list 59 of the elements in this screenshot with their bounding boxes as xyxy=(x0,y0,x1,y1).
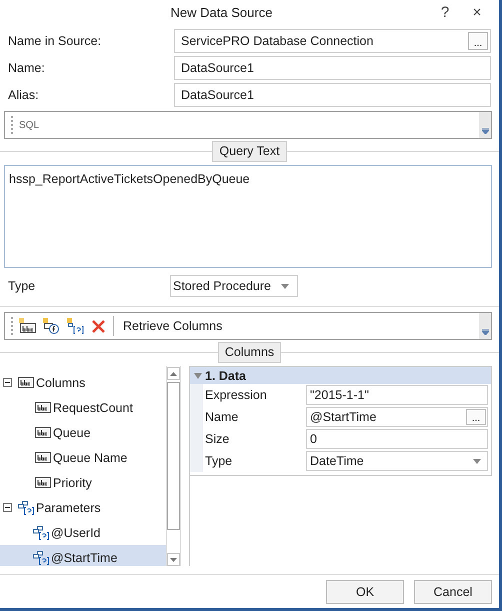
up-arrow-icon xyxy=(170,372,177,376)
toolbar-overflow-button[interactable] xyxy=(479,112,491,138)
property-field[interactable]: 0 xyxy=(306,429,488,449)
overflow-arrow-icon xyxy=(482,329,488,335)
dropdown-arrow-icon xyxy=(281,284,289,288)
parameter-icon xyxy=(18,500,34,514)
help-button[interactable]: ? xyxy=(435,4,455,21)
section-header: Columns xyxy=(218,342,282,362)
retrieve-columns-button[interactable]: Retrieve Columns xyxy=(121,319,224,333)
tree-item[interactable]: @UserId xyxy=(0,520,166,545)
add-parameter-icon[interactable] xyxy=(67,318,84,334)
tree-item[interactable]: Priority xyxy=(0,470,166,495)
text-field[interactable]: DataSource1 xyxy=(174,56,491,80)
parameter-icon xyxy=(33,550,49,564)
parameter-icon xyxy=(33,526,49,540)
tree-item[interactable]: Queue Name xyxy=(0,445,166,470)
field-icon xyxy=(35,402,51,413)
delete-icon[interactable] xyxy=(91,318,106,334)
query-text-field[interactable]: hssp_ReportActiveTicketsOpenedByQueue xyxy=(4,165,492,268)
type-dropdown[interactable]: Stored Procedure xyxy=(170,275,298,297)
section-header: Query Text xyxy=(212,140,287,162)
text-field[interactable]: DataSource1 xyxy=(174,82,491,106)
property-dropdown[interactable]: DateTime xyxy=(306,451,488,471)
field-icon xyxy=(18,377,34,388)
overflow-arrow-icon xyxy=(482,128,488,134)
property-field[interactable]: "2015-1-1" xyxy=(306,385,488,405)
tree-item[interactable]: Queue xyxy=(0,420,166,445)
field-label: Name in Source: xyxy=(7,34,102,48)
tree-item[interactable]: Parameters xyxy=(0,495,166,520)
field-label: Name: xyxy=(7,60,46,74)
category-title: 1. Data xyxy=(205,368,246,382)
browse-button[interactable]: ... xyxy=(466,409,486,425)
tree-item[interactable]: RequestCount xyxy=(0,395,166,420)
browse-button[interactable]: ... xyxy=(468,32,488,50)
toolbar-overflow-button[interactable] xyxy=(479,313,491,339)
text-field[interactable]: ServicePRO Database Connection ... xyxy=(174,28,491,52)
field-icon xyxy=(35,477,51,488)
field-icon xyxy=(35,427,51,438)
dropdown-arrow-icon xyxy=(473,458,481,464)
field-icon xyxy=(35,452,51,463)
close-button[interactable]: × xyxy=(467,4,487,21)
dialog-button[interactable]: Cancel xyxy=(414,580,492,604)
tree-item[interactable]: Columns xyxy=(0,370,166,395)
field-label: Alias: xyxy=(7,88,40,102)
property-field[interactable]: @StartTime ... xyxy=(306,407,488,427)
scroll-down-button[interactable] xyxy=(167,553,180,566)
category-header[interactable]: 1. Data xyxy=(190,367,491,384)
collapse-icon[interactable] xyxy=(3,503,12,512)
add-column-icon[interactable] xyxy=(19,318,36,334)
scroll-up-button[interactable] xyxy=(167,367,180,380)
down-arrow-icon xyxy=(170,558,177,562)
type-label: Type xyxy=(7,279,36,293)
tree-item[interactable]: @StartTime xyxy=(0,545,166,566)
window-title: New Data Source xyxy=(170,5,274,20)
collapse-icon[interactable] xyxy=(3,378,12,387)
toolbar-label: SQL xyxy=(19,120,40,130)
add-calculated-column-icon[interactable] xyxy=(43,318,60,334)
scrollbar-thumb[interactable] xyxy=(167,382,180,530)
dialog-button[interactable]: OK xyxy=(326,580,404,604)
